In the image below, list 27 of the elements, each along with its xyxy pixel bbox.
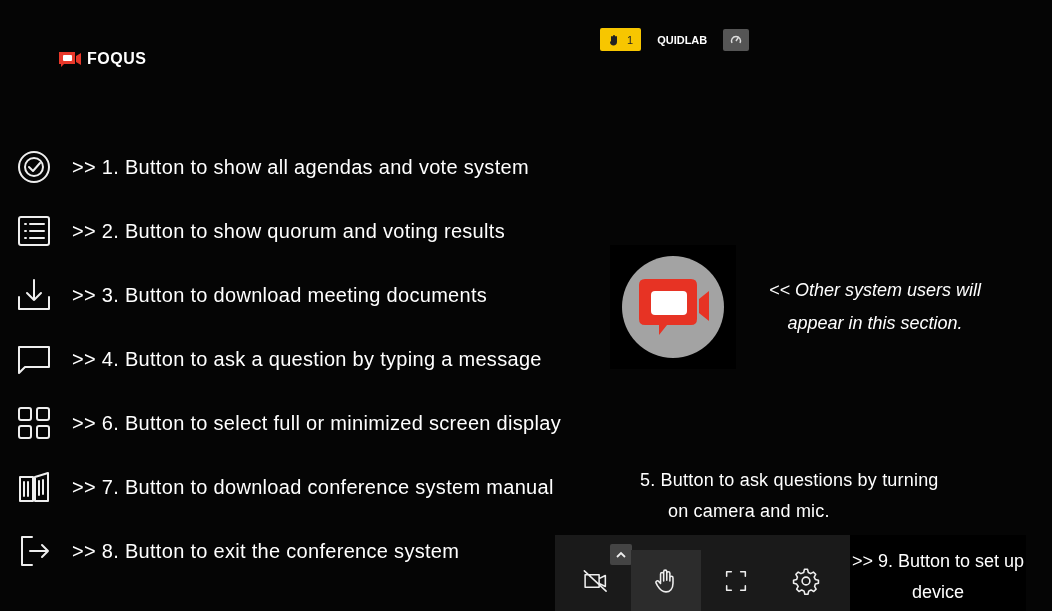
logo-icon bbox=[58, 50, 82, 68]
annotation-text: 5. Button to ask questions by turning on camera and mic. bbox=[640, 469, 940, 523]
annotation-text: >> 8. Button to exit the conference system bbox=[72, 539, 460, 563]
room-name: QUIDLAB bbox=[657, 33, 708, 46]
avatar-icon bbox=[621, 255, 725, 359]
check-circle-icon[interactable] bbox=[16, 149, 52, 185]
hand-button[interactable] bbox=[631, 550, 701, 611]
annotation-text: >> 4. Button to ask a question by typing a message bbox=[72, 347, 542, 371]
app-logo: FOQUS bbox=[87, 50, 147, 68]
annotation-text: >> 6. Button to select full or minimized screen display bbox=[72, 411, 561, 435]
hand-icon bbox=[608, 33, 620, 46]
annotation-text: >> 3. Button to download meeting documents bbox=[72, 283, 488, 307]
annotation-text: >> 7. Button to download conference system manual bbox=[72, 475, 554, 499]
list-icon[interactable] bbox=[16, 213, 52, 249]
annotation-text: >> 2. Button to show quorum and voting results bbox=[72, 219, 505, 243]
settings-icon bbox=[792, 566, 820, 595]
annotation-text: >> 9. Button to set up device bbox=[850, 535, 1026, 611]
annotation-text: << Other system users will appear in this section. bbox=[767, 279, 983, 335]
annotation-text: >> 1. Button to show all agendas and vote system bbox=[72, 155, 529, 179]
caret-icon bbox=[616, 551, 626, 558]
caret-button[interactable] bbox=[610, 544, 632, 565]
gauge-button[interactable] bbox=[723, 28, 750, 51]
book-icon[interactable] bbox=[16, 469, 52, 505]
download-icon[interactable] bbox=[16, 277, 52, 313]
gauge-icon bbox=[730, 33, 743, 46]
raised-hands-badge[interactable]: 1 bbox=[600, 28, 642, 51]
grid-icon[interactable] bbox=[16, 405, 52, 441]
